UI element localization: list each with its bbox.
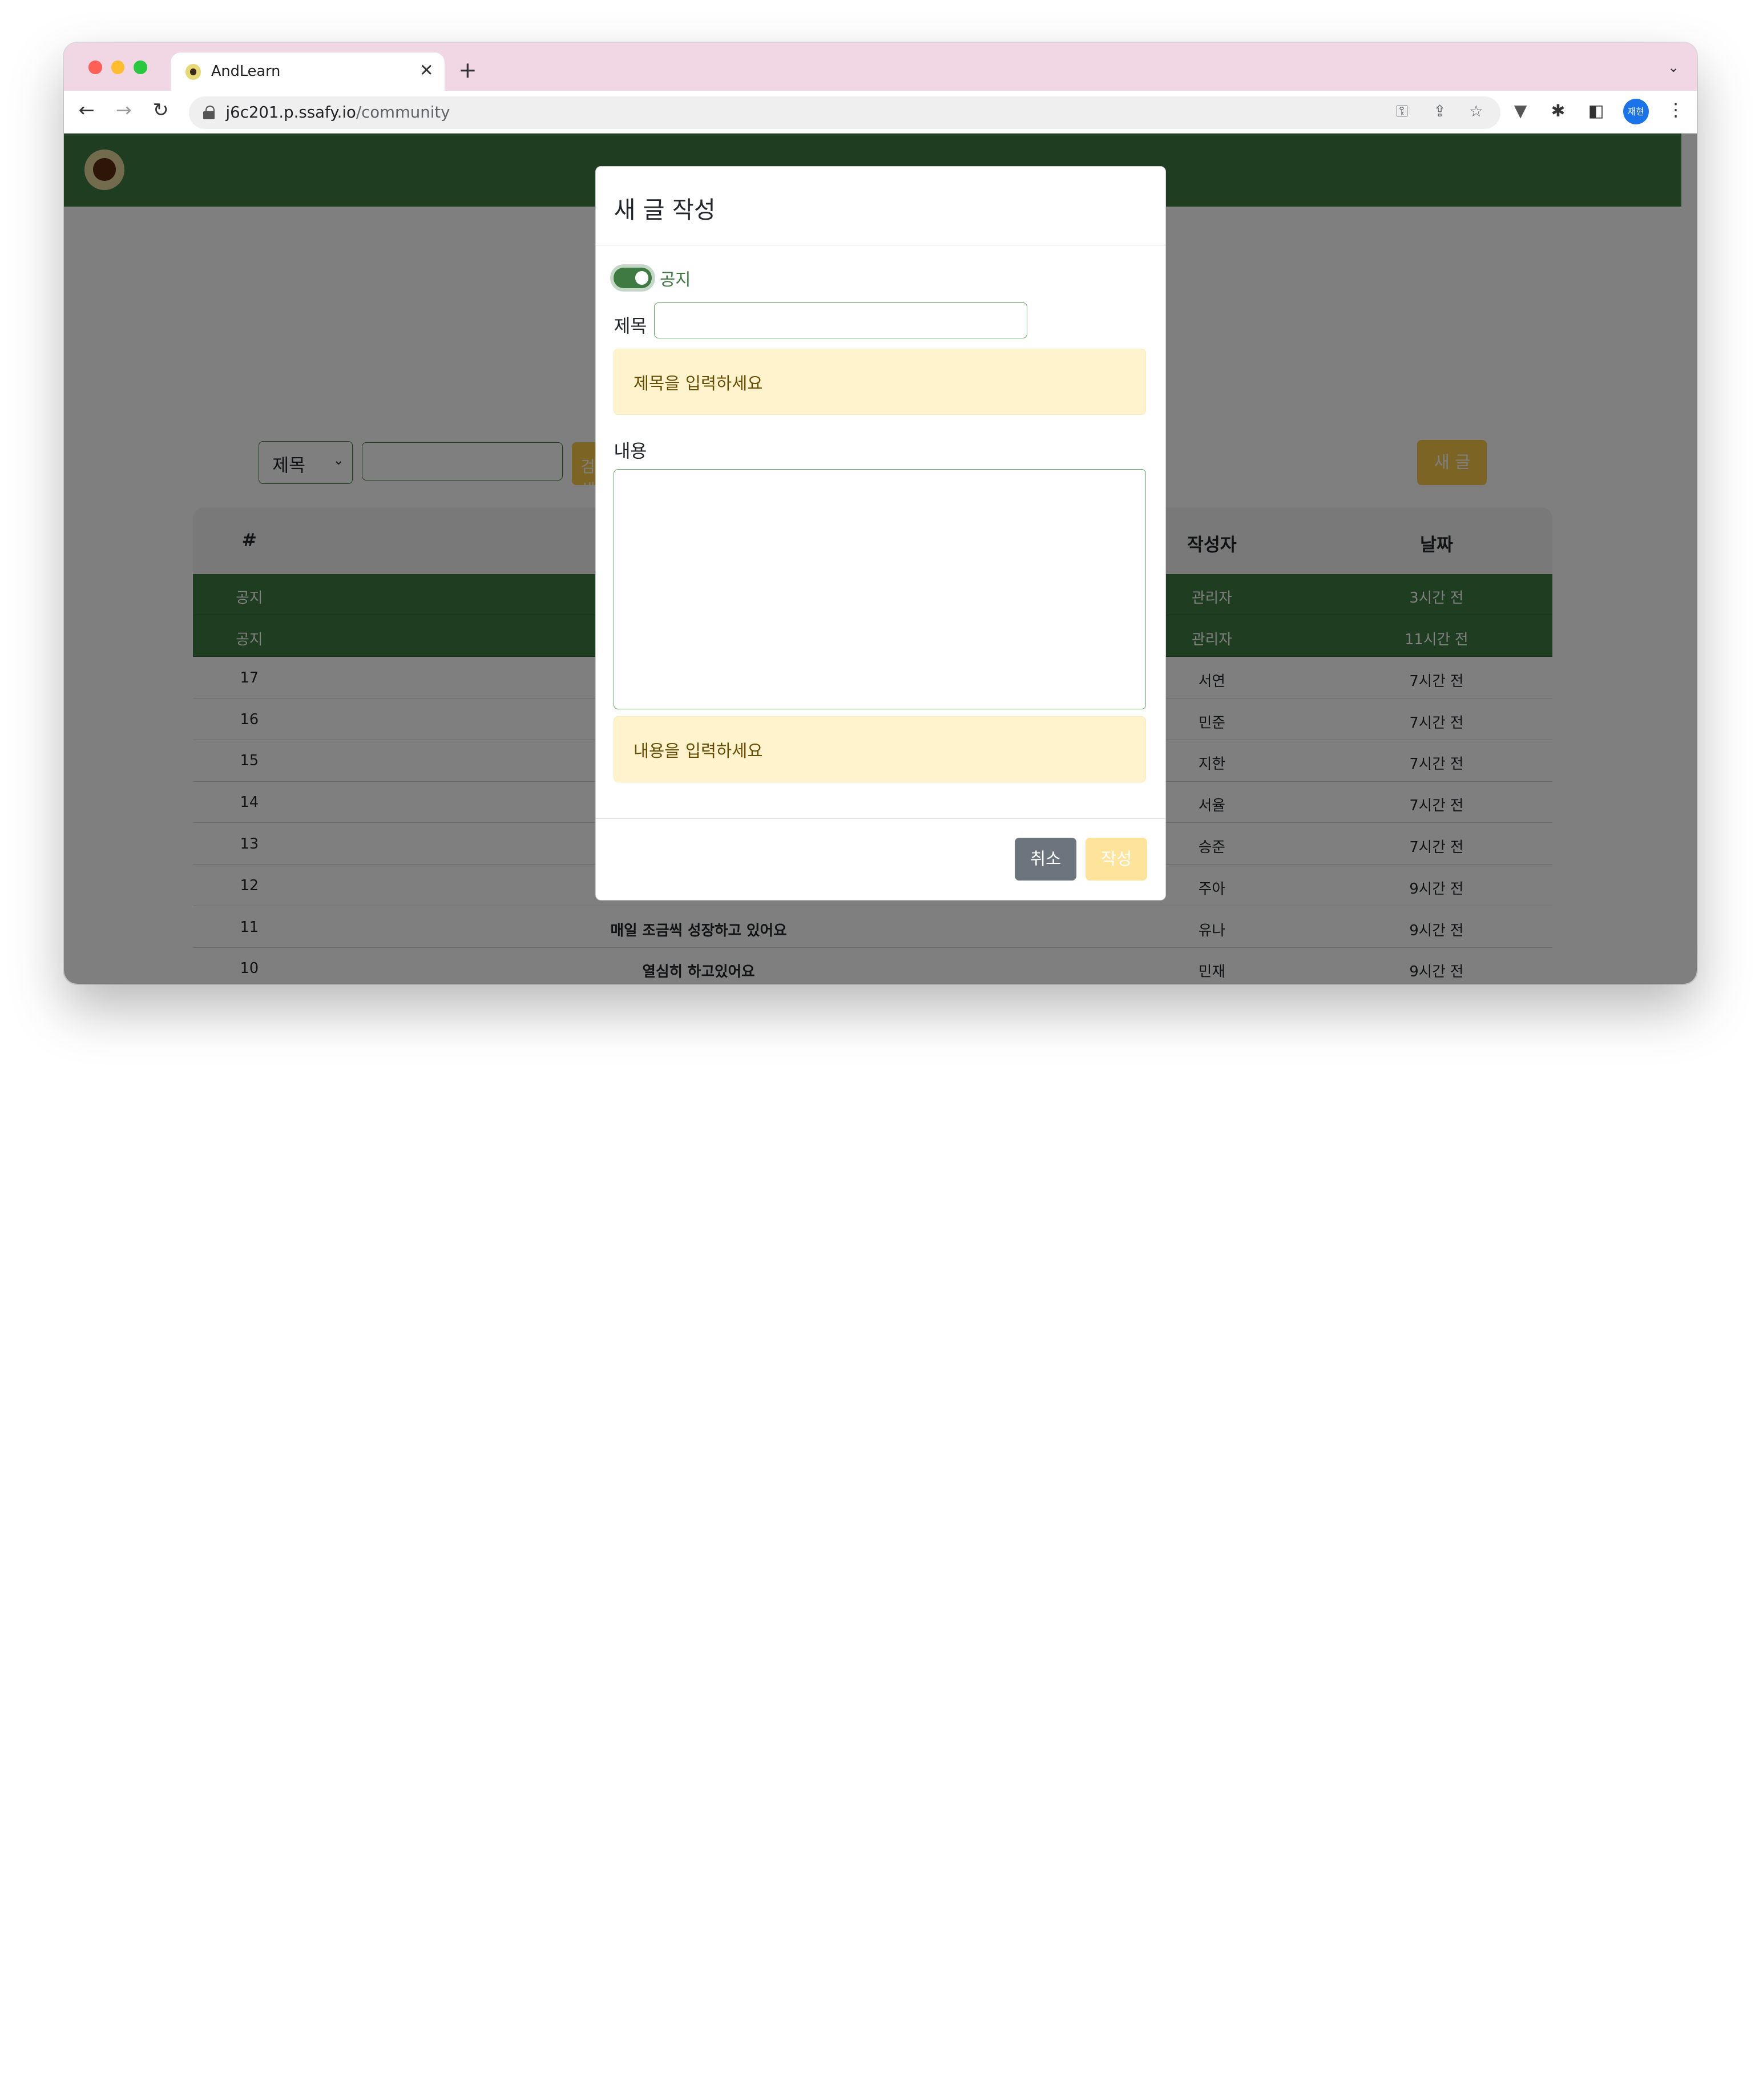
- reload-icon[interactable]: ↻: [153, 99, 169, 121]
- tab-list-chevron-icon[interactable]: ⌄: [1668, 59, 1679, 75]
- maximize-window-button[interactable]: [134, 60, 147, 74]
- tab-title: AndLearn: [211, 63, 281, 80]
- toggle-knob: [635, 271, 649, 285]
- new-post-modal: 새 글 작성 공지 제목 제목을 입력하세요 내용 내용을 입력하세요 취소 작…: [595, 166, 1166, 902]
- avocado-favicon-icon: [185, 64, 201, 80]
- profile-avatar[interactable]: 재현: [1623, 99, 1649, 125]
- content-label: 내용: [614, 441, 647, 462]
- password-key-icon[interactable]: ⚿: [1396, 102, 1408, 121]
- lock-icon[interactable]: [203, 105, 215, 119]
- notice-toggle[interactable]: [614, 268, 652, 288]
- forward-arrow-icon[interactable]: →: [116, 99, 132, 121]
- content-textarea[interactable]: [614, 469, 1147, 709]
- page-content: 제목 ⌄ 검색 새 글 # 제목 작성자 날짜 공지관리자3시간 전공지관리자1…: [64, 134, 1697, 984]
- url-text[interactable]: j6c201.p.ssafy.io/community: [226, 103, 450, 122]
- submit-button[interactable]: 작성: [1085, 838, 1148, 881]
- subject-warning: 제목을 입력하세요: [614, 349, 1147, 415]
- vpn-extension-icon[interactable]: ▼: [1514, 101, 1527, 120]
- cancel-button[interactable]: 취소: [1014, 838, 1077, 881]
- browser-tab[interactable]: AndLearn ✕: [171, 52, 445, 91]
- browser-toolbar: ← → ↻ j6c201.p.ssafy.io/community ⚿ ⇪ ☆ …: [64, 91, 1697, 134]
- subject-input[interactable]: [654, 302, 1027, 339]
- tab-bar: AndLearn ✕ + ⌄: [64, 42, 1697, 91]
- bookmark-star-icon[interactable]: ☆: [1469, 102, 1483, 120]
- notice-toggle-label[interactable]: 공지: [660, 266, 691, 290]
- address-bar[interactable]: j6c201.p.ssafy.io/community ⚿ ⇪ ☆: [188, 96, 1501, 130]
- url-path: /community: [356, 103, 450, 122]
- browser-menu-icon[interactable]: ⋮: [1667, 100, 1684, 120]
- minimize-window-button[interactable]: [111, 60, 125, 74]
- back-arrow-icon[interactable]: ←: [79, 99, 95, 121]
- tab-close-icon[interactable]: ✕: [419, 60, 434, 80]
- modal-footer: 취소 작성: [595, 818, 1165, 902]
- share-icon[interactable]: ⇪: [1433, 102, 1446, 120]
- modal-header: 새 글 작성: [595, 167, 1165, 245]
- close-window-button[interactable]: [88, 60, 103, 74]
- url-host: j6c201.p.ssafy.io: [225, 103, 356, 122]
- browser-window: AndLearn ✕ + ⌄ ← → ↻ j6c201.p.ssafy.io/c…: [64, 42, 1697, 984]
- modal-title: 새 글 작성: [614, 196, 716, 224]
- content-warning: 내용을 입력하세요: [614, 716, 1147, 782]
- screen: AndLearn ✕ + ⌄ ← → ↻ j6c201.p.ssafy.io/c…: [0, 0, 1759, 1067]
- extensions-puzzle-icon[interactable]: ✱: [1551, 101, 1566, 120]
- side-panel-icon[interactable]: ◧: [1588, 101, 1604, 120]
- subject-label: 제목: [614, 316, 647, 337]
- new-tab-button[interactable]: +: [458, 57, 477, 83]
